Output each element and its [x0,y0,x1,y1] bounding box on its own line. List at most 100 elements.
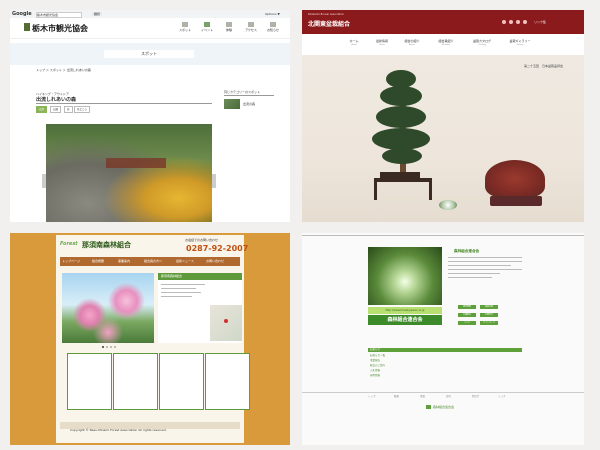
nav-item[interactable]: お問い合わせ [206,259,224,263]
site-title[interactable]: 森林組合連合会 [368,315,442,325]
map-pin-icon [224,319,228,323]
list-item[interactable]: お知らせ一覧 [370,354,385,358]
address-block [161,284,205,302]
url-banner[interactable]: http://www.forestryassoc.or.jp [368,307,442,314]
nav-item[interactable]: 組合概要 [92,259,104,263]
nav-spot[interactable]: スポット [178,22,192,32]
sidebar-thumbnail[interactable] [224,99,240,109]
member-box [205,353,250,410]
news-box [159,353,204,410]
menu-button[interactable]: お問合せ [480,313,498,317]
nav-item[interactable]: 事業案内 [118,259,130,263]
nav-item[interactable]: トップページ [62,259,80,263]
slide-dot[interactable] [106,346,108,348]
nav-item[interactable]: 最新ニュース [176,259,194,263]
tourism-site-screenshot: Google 栃木市観光協会 翻訳 Options ▼ 栃木市観光協会 スポット… [10,10,290,222]
sidebar-item-label[interactable]: 出流の森 [243,102,255,106]
bridge-illustration [106,158,166,168]
nav-catalog[interactable]: 盆栽カタログ Catalog [468,39,496,47]
intro-text-lines [448,257,522,289]
site-title[interactable]: 栃木市観光協会 [32,23,88,34]
nav-item[interactable]: 組合員の方へ [144,259,162,263]
cosmos-flower-slideshow[interactable] [62,273,154,343]
tel-number[interactable]: 0287-92-2007 [186,244,248,253]
site-title[interactable]: 北関東盆栽組合 [308,19,350,28]
spot-icon [182,22,188,27]
footer-logo-icon [426,405,431,409]
facebook-icon[interactable] [509,20,513,24]
sidebar-title: 同じカテゴリーのスポット [224,90,261,94]
bonsai-maple [485,160,545,198]
hero-caption: 第二十五回 日本盆栽品評会 [524,64,564,68]
forest-light-image [368,247,442,305]
slide-dot[interactable] [102,346,104,348]
info-heading: 那須南森林組合 [158,273,242,280]
links-link[interactable]: リンク集 [534,20,546,24]
nav-home[interactable]: ホーム Home [340,39,368,47]
translate-button[interactable]: 翻訳 [92,12,103,16]
map[interactable] [210,305,242,341]
footer-link[interactable]: リンク [498,395,506,399]
copyright: Copyright © Nasu-Minami Forest Associati… [70,428,167,432]
bonsai-site-screenshot: Kitakanto Bonsai Association 北関東盆栽組合 リンク… [302,10,584,222]
social-icon[interactable] [502,20,506,24]
footer-link[interactable]: 事業 [420,395,425,399]
tag[interactable]: 自然 [36,106,48,113]
footer-link[interactable]: トップ [368,395,376,399]
list-item[interactable]: 入札情報 [370,369,380,373]
nav-news[interactable]: お知らせ [266,22,280,32]
about-box [113,353,158,410]
bonsai-stand [374,178,432,200]
access-icon [248,22,254,27]
nav-event[interactable]: イベント [200,22,214,32]
tag[interactable]: 花 [64,106,73,113]
nav-gallery[interactable]: 盆栽ギャラリー Gallery [506,39,534,47]
menu-button[interactable]: 事業内容 [480,305,498,309]
prev-arrow-icon[interactable] [42,174,46,188]
small-bonsai [439,200,457,210]
list-item[interactable]: 事業報告 [370,359,380,363]
logo-mark[interactable]: Forest [60,241,78,247]
section-title: スポット [104,50,194,58]
bonsai-foliage [376,106,426,128]
youtube-icon[interactable] [523,20,527,24]
tag[interactable]: 公園 [50,106,62,113]
section-bar: お知らせ [368,348,522,352]
right-heading: 森林組合連合会 [454,249,480,253]
forest-association-screenshot: Forest 那須南森林組合 お電話でのお問い合わせ 0287-92-2007 … [10,233,290,445]
site-logo-icon [24,23,30,31]
menu-button[interactable]: 交通案内 [458,313,476,317]
nav-about[interactable]: 組合の紹介 About [398,39,426,47]
footer-link[interactable]: 案内 [446,395,451,399]
nav-experience[interactable]: 体験 [222,22,236,32]
nav-member[interactable]: 組合員紹介 Member [432,39,460,47]
footer-link[interactable]: 問合せ [472,395,480,399]
bottom-divider [302,392,584,393]
menu-button[interactable]: リンク [458,321,476,325]
footer-link[interactable]: 概要 [394,395,399,399]
news-icon [270,22,276,27]
site-title[interactable]: 那須南森林組合 [82,240,131,250]
tag[interactable]: 見どころ [74,106,90,113]
bonsai-foliage [372,128,430,150]
event-icon [204,22,210,27]
next-arrow-icon[interactable] [212,174,216,188]
slide-dot[interactable] [114,346,116,348]
list-item[interactable]: 総会のご案内 [370,364,385,368]
spot-photo [46,124,212,222]
slide-dot[interactable] [110,346,112,348]
twitter-icon[interactable] [516,20,520,24]
experience-icon [226,22,232,27]
sidebar-divider [224,95,274,96]
google-logo: Google [12,11,32,17]
breadcrumb[interactable]: トップ ＞ スポット ＞ 出流しれあいの森 [36,68,156,72]
top-divider [302,235,584,236]
menu-button[interactable]: サイトマップ [480,321,498,325]
nav-news[interactable]: 最新情報 News [368,39,396,47]
bonsai-foliage [380,86,422,106]
menu-button[interactable]: 組合概要 [458,305,476,309]
options-dropdown[interactable]: Options ▼ [265,12,280,16]
nav-access[interactable]: アクセス [244,22,258,32]
list-item[interactable]: 採用情報 [370,374,380,378]
bonsai-foliage [382,148,422,164]
